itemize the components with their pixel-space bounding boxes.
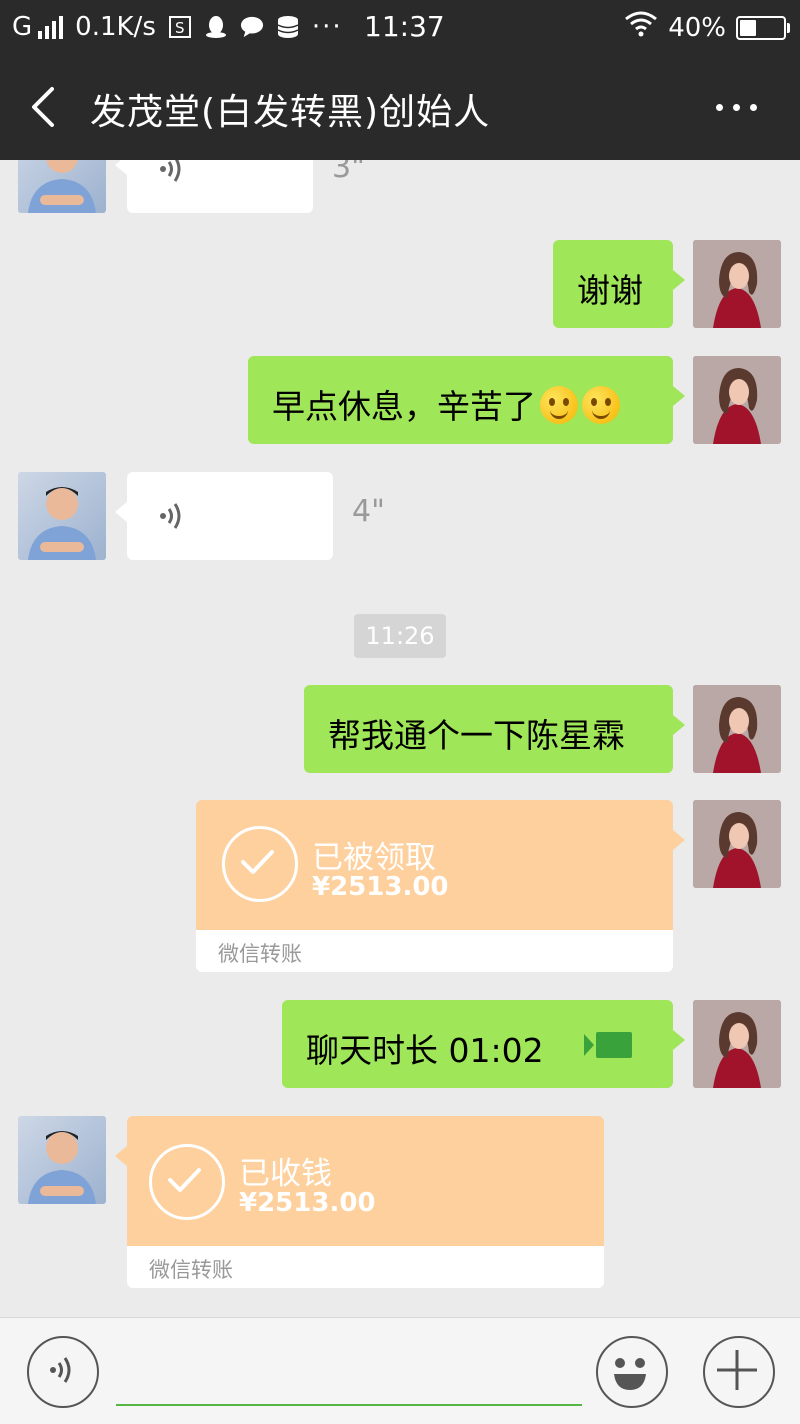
video-camera-icon bbox=[582, 1030, 634, 1064]
plus-button[interactable] bbox=[703, 1336, 775, 1408]
svg-text:S: S bbox=[175, 19, 185, 37]
message-input[interactable] bbox=[116, 1338, 582, 1406]
sent-text-bubble[interactable]: 早点休息，辛苦了 bbox=[248, 356, 685, 444]
check-circle-icon bbox=[222, 826, 298, 902]
chat-area[interactable]: 3" 谢谢 早点休息，辛苦了 4" 11:26 帮我通个一下陈星霖 已被领取 ¥… bbox=[0, 160, 800, 1317]
transfer-status: 已被领取 bbox=[312, 840, 436, 876]
voice-duration: 3" bbox=[332, 160, 365, 185]
transfer-label: 微信转账 bbox=[149, 1258, 233, 1282]
emoji-button[interactable] bbox=[596, 1336, 668, 1408]
chat-timestamp: 11:26 bbox=[354, 614, 446, 658]
smiley-icon bbox=[614, 1358, 646, 1390]
voice-wave-icon bbox=[157, 500, 191, 536]
status-time: 11:37 bbox=[364, 10, 445, 43]
back-button[interactable] bbox=[24, 83, 68, 131]
message-text: 早点休息，辛苦了 bbox=[272, 380, 620, 428]
my-avatar[interactable] bbox=[693, 240, 781, 328]
contact-avatar[interactable] bbox=[18, 160, 106, 213]
network-speed: 0.1K/s bbox=[75, 12, 156, 42]
wifi-icon bbox=[624, 11, 658, 44]
transfer-amount: ¥2513.00 bbox=[239, 1188, 376, 1218]
plus-icon bbox=[717, 1350, 757, 1390]
transfer-card[interactable]: 已收钱 ¥2513.00 微信转账 bbox=[115, 1116, 604, 1288]
network-type: G bbox=[12, 12, 33, 42]
smiley-icon bbox=[582, 386, 620, 424]
transfer-card-footer: 微信转账 bbox=[127, 1246, 604, 1288]
check-circle-icon bbox=[149, 1144, 225, 1220]
more-button[interactable] bbox=[716, 97, 760, 117]
qq-icon bbox=[204, 15, 228, 39]
call-duration-text: 聊天时长 01:02 bbox=[306, 1031, 544, 1070]
battery-percent: 40% bbox=[668, 12, 726, 43]
voice-message-bubble[interactable] bbox=[115, 160, 313, 213]
more-notifications-icon: ··· bbox=[311, 12, 343, 42]
status-bar: G 0.1K/s S ··· 11:37 40% bbox=[0, 0, 800, 55]
sent-text-bubble[interactable]: 帮我通个一下陈星霖 bbox=[304, 685, 685, 773]
battery-icon bbox=[736, 15, 790, 40]
voice-wave-icon bbox=[50, 1357, 71, 1383]
status-right: 40% bbox=[624, 11, 790, 44]
message-icon bbox=[240, 15, 264, 39]
my-avatar[interactable] bbox=[693, 800, 781, 888]
my-avatar[interactable] bbox=[693, 1000, 781, 1088]
contact-avatar[interactable] bbox=[18, 1116, 106, 1204]
status-left: G 0.1K/s S ··· bbox=[12, 12, 343, 42]
voice-input-button[interactable] bbox=[27, 1336, 99, 1408]
smiley-icon bbox=[540, 386, 578, 424]
chat-title: 发茂堂(白发转黑)创始人 bbox=[90, 92, 491, 133]
s-app-icon: S bbox=[168, 15, 192, 39]
input-bar bbox=[0, 1317, 800, 1424]
sent-text-bubble[interactable]: 谢谢 bbox=[553, 240, 685, 328]
transfer-card-footer: 微信转账 bbox=[196, 930, 673, 972]
transfer-card[interactable]: 已被领取 ¥2513.00 微信转账 bbox=[196, 800, 685, 972]
more-dots-icon bbox=[716, 103, 723, 111]
voice-wave-icon bbox=[157, 160, 191, 189]
message-text: 谢谢 bbox=[577, 271, 643, 310]
my-avatar[interactable] bbox=[693, 685, 781, 773]
contact-avatar[interactable] bbox=[18, 472, 106, 560]
database-icon bbox=[276, 15, 300, 39]
title-bar: 发茂堂(白发转黑)创始人 bbox=[0, 55, 800, 160]
transfer-status: 已收钱 bbox=[239, 1156, 332, 1192]
transfer-label: 微信转账 bbox=[218, 942, 302, 966]
voice-message-bubble[interactable] bbox=[115, 472, 333, 560]
message-text: 帮我通个一下陈星霖 bbox=[328, 716, 625, 755]
message-text-content: 早点休息，辛苦了 bbox=[272, 387, 536, 426]
transfer-amount: ¥2513.00 bbox=[312, 872, 449, 902]
voice-duration: 4" bbox=[352, 494, 385, 529]
video-call-bubble[interactable]: 聊天时长 01:02 bbox=[282, 1000, 685, 1088]
signal-icon bbox=[38, 15, 64, 39]
chevron-left-icon bbox=[32, 87, 54, 127]
my-avatar[interactable] bbox=[693, 356, 781, 444]
